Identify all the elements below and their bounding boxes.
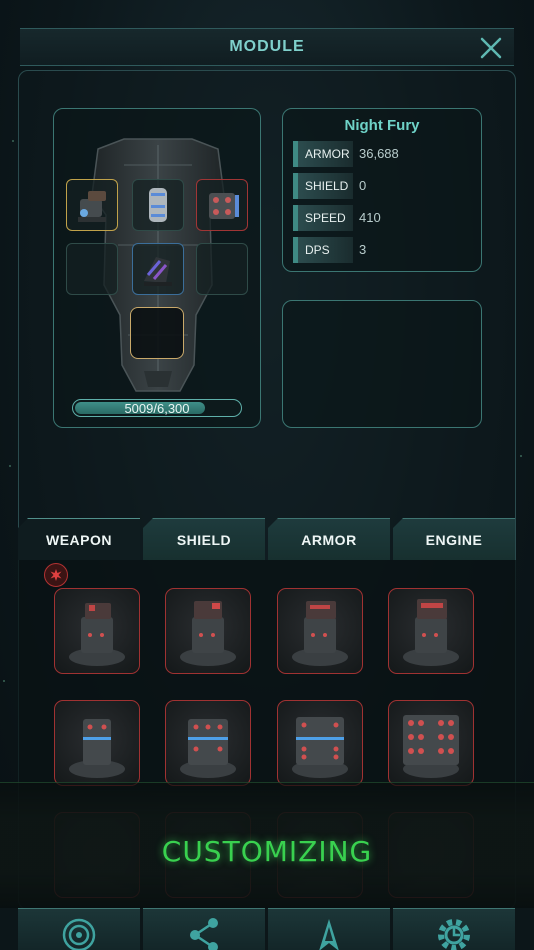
customizing-banner: CUSTOMIZING [0, 782, 534, 910]
nav-share-button[interactable] [143, 908, 265, 950]
stat-label: SHIELD [305, 179, 349, 193]
empty-slot[interactable] [196, 243, 248, 295]
stat-value: 36,688 [359, 146, 399, 161]
weapon-slot[interactable] [66, 179, 118, 231]
core-slot[interactable] [130, 307, 184, 359]
nav-settings-button[interactable] [393, 908, 515, 950]
cannon-turret-icon [292, 601, 348, 666]
missile-turret-icon [403, 715, 459, 778]
capacity-text: 5009/6,300 [124, 401, 190, 416]
customizing-text: CUSTOMIZING [161, 835, 373, 868]
engine-slot[interactable] [132, 243, 184, 295]
tab-label: ARMOR [301, 532, 357, 548]
share-icon [190, 918, 218, 950]
weapon-item[interactable] [277, 700, 363, 786]
star-burst-icon [50, 569, 62, 581]
missile-turret-icon [69, 719, 125, 778]
nav-ship-button[interactable] [268, 908, 390, 950]
engine-module-icon [144, 257, 172, 286]
cannon-turret-icon [403, 599, 459, 666]
stat-label: SPEED [305, 211, 346, 225]
module-info-panel [282, 300, 482, 428]
bottom-navigation [0, 908, 534, 950]
stat-value: 3 [359, 242, 367, 257]
tab-engine[interactable]: ENGINE [393, 518, 515, 560]
shield-cylinder-icon [149, 188, 167, 222]
stat-value: 410 [359, 210, 381, 225]
missile-pod-icon [209, 193, 239, 219]
armor-slot[interactable] [196, 179, 248, 231]
weapon-item[interactable] [388, 700, 474, 786]
missile-turret-icon [292, 717, 348, 778]
star [520, 455, 522, 457]
new-item-badge [44, 563, 68, 587]
galaxy-icon [62, 918, 96, 950]
nav-galaxy-button[interactable] [18, 908, 140, 950]
weapon-item[interactable] [388, 588, 474, 674]
turret-module-icon [78, 191, 106, 222]
cannon-turret-icon [69, 603, 125, 666]
star [12, 140, 14, 142]
stat-row-shield: SHIELD 0 [293, 173, 443, 199]
weapon-item[interactable] [54, 588, 140, 674]
stat-value: 0 [359, 178, 367, 193]
page-title: MODULE [229, 38, 305, 55]
ship-icon [319, 919, 339, 950]
ship-name: Night Fury [344, 117, 420, 134]
stat-row-speed: SPEED 410 [293, 205, 443, 231]
stat-row-armor: ARMOR 36,688 [293, 141, 443, 167]
close-button[interactable] [476, 33, 506, 63]
stat-label: ARMOR [305, 147, 350, 161]
star [3, 680, 5, 682]
tab-label: SHIELD [176, 532, 232, 548]
empty-slot[interactable] [66, 243, 118, 295]
tab-label: ENGINE [425, 532, 483, 548]
stat-row-dps: DPS 3 [293, 237, 443, 263]
weapon-item[interactable] [277, 588, 363, 674]
capacity-bar: 5009/6,300 [72, 399, 242, 417]
tab-armor[interactable]: ARMOR [268, 518, 390, 560]
weapon-item[interactable] [165, 588, 251, 674]
category-tabs: WEAPON SHIELD ARMOR ENGINE [18, 518, 516, 560]
tab-weapon[interactable]: WEAPON [18, 518, 140, 560]
stats-panel: Night Fury ARMOR 36,688 SHIELD 0 SPEED 4… [282, 108, 482, 272]
ship-panel: 5009/6,300 [53, 108, 261, 428]
stat-label: DPS [305, 243, 330, 257]
star [9, 465, 11, 467]
tab-shield[interactable]: SHIELD [143, 518, 265, 560]
shield-slot[interactable] [132, 179, 184, 231]
weapon-item[interactable] [54, 700, 140, 786]
header-bar: MODULE [20, 28, 514, 66]
settings-gear-icon [438, 919, 470, 950]
cannon-turret-icon [180, 601, 236, 666]
close-icon [480, 37, 502, 59]
weapon-item[interactable] [165, 700, 251, 786]
tab-label: WEAPON [46, 532, 112, 548]
missile-turret-icon [180, 719, 236, 778]
